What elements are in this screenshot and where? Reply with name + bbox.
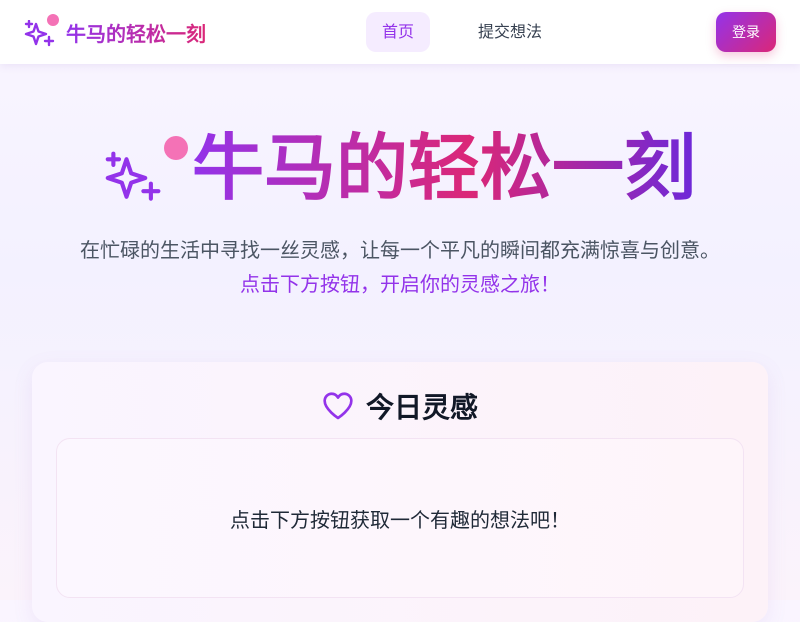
card-title: 今日灵感 [365, 391, 478, 424]
hero-cta-text: 点击下方按钮，开启你的灵感之旅！ [240, 272, 560, 296]
nav-link-submit-idea[interactable]: 提交想法 [462, 12, 558, 52]
sparkles-icon [105, 151, 161, 201]
login-button[interactable]: 登录 [716, 12, 776, 52]
card-header: 今日灵感 [32, 386, 768, 426]
brand-accent-dot [47, 14, 59, 26]
brand-logo[interactable]: 牛马的轻松一刻 [24, 14, 206, 50]
hero-subtitle: 在忙碌的生活中寻找一丝灵感，让每一个平凡的瞬间都充满惊喜与创意。 [80, 238, 720, 262]
brand-icon-wrap [24, 14, 59, 48]
inspiration-card: 今日灵感 点击下方按钮获取一个有趣的想法吧！ [32, 362, 768, 622]
hero-title-row: 牛马的轻松一刻 [0, 118, 800, 218]
brand-title: 牛马的轻松一刻 [66, 18, 206, 47]
idea-display-box: 点击下方按钮获取一个有趣的想法吧！ [56, 438, 744, 598]
nav-link-home[interactable]: 首页 [366, 12, 431, 52]
hero-icon-wrap [104, 136, 188, 201]
navbar: 牛马的轻松一刻 首页 提交想法 登录 [0, 0, 800, 64]
hero-title: 牛马的轻松一刻 [192, 123, 696, 213]
idea-placeholder-text: 点击下方按钮获取一个有趣的想法吧！ [230, 507, 570, 532]
hero-accent-dot [163, 136, 188, 160]
heart-icon [323, 392, 353, 420]
